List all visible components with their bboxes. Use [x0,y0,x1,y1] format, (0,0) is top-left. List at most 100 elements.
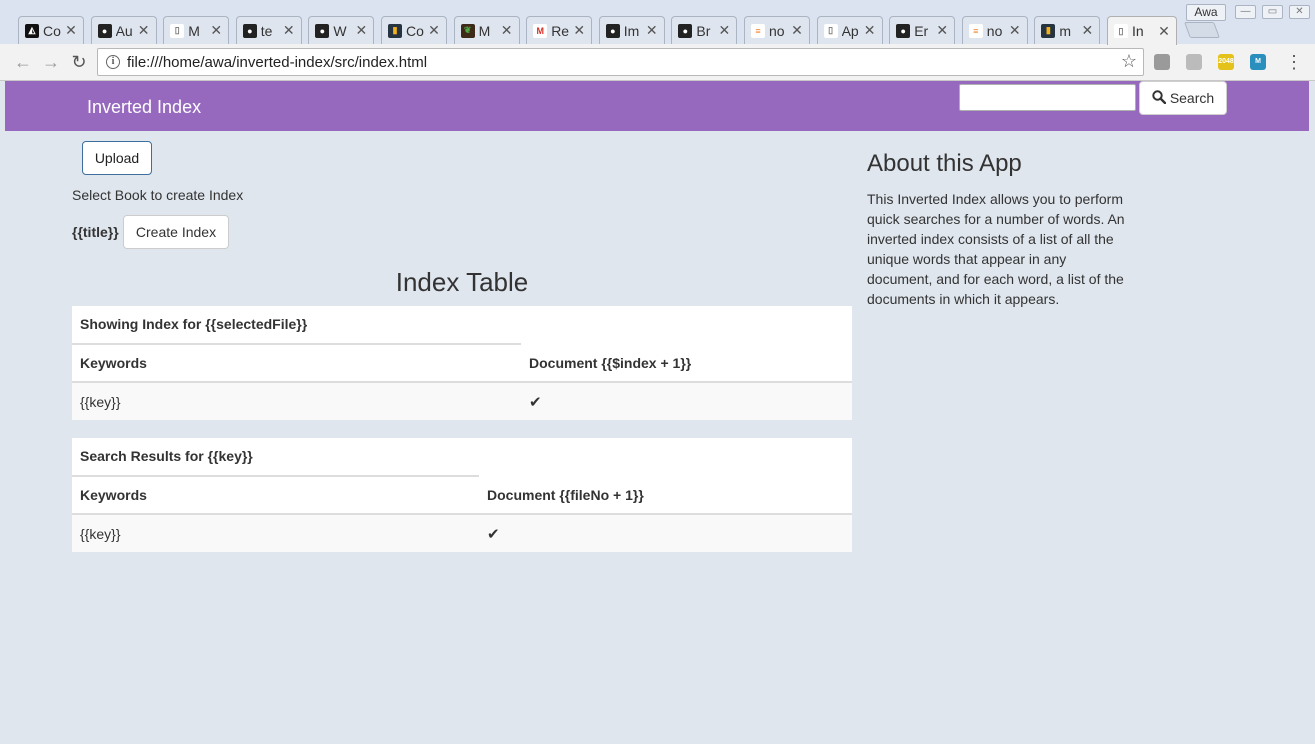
browser-tab[interactable]: ≡ no ✕ [744,16,810,44]
browser-tab[interactable]: ▮ m ✕ [1034,16,1101,44]
index-table-caption: Showing Index for {{selectedFile}} [80,316,308,332]
browser-tab[interactable]: ▯ Ap ✕ [816,16,883,44]
maximize-icon[interactable]: ▭ [1262,5,1283,19]
search-results-caption: Search Results for {{key}} [80,448,253,464]
browser-tab[interactable]: ● Er ✕ [889,16,956,44]
tab-close-icon[interactable]: ✕ [646,22,658,39]
menu-icon[interactable]: ⋮ [1285,52,1303,72]
tab-title: Co [406,22,424,39]
keyword-cell: {{key}} [80,393,121,410]
search-icon [1152,89,1167,107]
browser-tab[interactable]: ▮ Co ✕ [381,16,447,44]
url-text[interactable]: file:///home/awa/inverted-index/src/inde… [127,54,427,71]
browser-tab[interactable]: ● Au ✕ [90,16,157,44]
tab-title: Br [696,22,711,39]
mongodb-icon: ❦ [460,23,475,38]
search-input[interactable] [959,84,1136,111]
document-icon: ▯ [1114,24,1128,38]
about-title: About this App [867,150,1022,177]
tab-close-icon[interactable]: ✕ [501,22,513,39]
reload-icon[interactable]: ↻ [69,52,89,72]
address-bar[interactable]: i file:///home/awa/inverted-index/src/in… [97,48,1144,76]
index-table: Showing Index for {{selectedFile}} Keywo… [72,306,852,420]
tab-close-icon[interactable]: ✕ [864,22,876,39]
about-body: This Inverted Index allows you to perfor… [867,191,1125,307]
tab-title: no [769,22,785,39]
tab-title: te [260,22,273,39]
forward-icon[interactable]: → [41,52,61,72]
search-button[interactable]: Search [1139,81,1227,115]
tab-close-icon[interactable]: ✕ [1009,22,1021,39]
create-index-button[interactable]: Create Index [123,215,229,249]
site-info-icon[interactable]: i [106,55,120,69]
tab-title: W [333,22,347,39]
table-row: {{key}} ✔ [72,515,852,552]
tab-close-icon[interactable]: ✕ [428,22,440,39]
tab-close-icon[interactable]: ✕ [210,22,222,39]
browser-tab[interactable]: ▯ M ✕ [163,16,230,44]
browser-tab[interactable]: ● Br ✕ [671,16,738,44]
github-icon: ● [605,23,620,38]
search-button-label: Search [1169,90,1215,106]
github-icon: ● [678,23,693,38]
tab-close-icon[interactable]: ✕ [1081,22,1094,39]
github-icon: ● [896,23,911,38]
profile-button[interactable]: Awa [1186,4,1226,21]
about-panel: About this App This Inverted Index allow… [867,150,1132,309]
upload-button[interactable]: Upload [82,141,152,175]
tab-title: In [1132,23,1144,39]
tab-close-icon[interactable]: ✕ [283,22,295,39]
document-header: Document {{fileNo + 1}} [487,487,644,503]
tab-close-icon[interactable]: ✕ [936,22,948,39]
index-table-heading: Index Table [395,267,529,297]
stackoverflow-icon: ≡ [968,23,983,38]
browser-tab[interactable]: M Re ✕ [526,16,593,44]
m-extension-icon[interactable]: M [1250,54,1266,70]
document-icon: ▯ [823,23,838,38]
close-window-icon[interactable]: ✕ [1289,5,1310,19]
search-results-header: Keywords Document {{fileNo + 1}} [72,477,852,515]
document-icon: ▯ [170,23,185,38]
browser-tab[interactable]: ≡ no ✕ [961,16,1028,44]
browser-chrome: ◭ Co ✕ ● Au ✕ ▯ M ✕ ● te ✕ ● W ✕ ▮ Co ✕ ❦ M ✕ M Re ✕ ● Im ✕ ● Br ✕ ≡ no… [0,0,1315,81]
github-icon: ● [242,23,257,38]
sync-extension-icon[interactable] [1186,54,1202,70]
browser-tab[interactable]: ❦ M ✕ [453,16,520,44]
browser-toolbar: ← → ↻ i file:///home/awa/inverted-index/… [0,44,1315,81]
tab-close-icon[interactable]: ✕ [573,22,585,39]
bookmark-star-icon[interactable]: ☆ [1121,51,1137,72]
tab-close-icon[interactable]: ✕ [791,22,803,39]
tab-title: Er [914,22,929,39]
tab-title: Ap [841,22,859,39]
2048-extension-icon[interactable]: 2048 [1218,54,1234,70]
browser-tab[interactable]: ● te ✕ [235,16,302,44]
tab-close-icon[interactable]: ✕ [355,22,368,39]
tab-title: no [986,22,1003,39]
codepen-icon: ◭ [25,23,39,38]
cloud-extension-icon[interactable] [1154,54,1170,70]
back-icon[interactable]: ← [13,52,33,72]
table-row: {{key}} ✔ [72,383,852,420]
tab-title: M [478,22,491,39]
app-brand[interactable]: Inverted Index [87,97,201,118]
tab-title: M [188,22,200,39]
tab-close-icon[interactable]: ✕ [138,22,150,39]
browser-tab[interactable]: ● Im ✕ [598,16,665,44]
tab-close-icon[interactable]: ✕ [718,22,731,39]
browser-tab[interactable]: ▯ In ✕ [1107,16,1177,45]
app-navbar: Inverted Index Search [5,81,1309,131]
tab-title: Au [115,22,133,39]
new-tab-button[interactable] [1184,22,1220,38]
keywords-header: Keywords [80,355,147,371]
tab-title: Co [43,22,61,39]
check-icon: ✔ [487,525,500,543]
tab-strip: ◭ Co ✕ ● Au ✕ ▯ M ✕ ● te ✕ ● W ✕ ▮ Co ✕ ❦ M ✕ M Re ✕ ● Im ✕ ● Br ✕ ≡ no… [0,0,1315,45]
tab-close-icon[interactable]: ✕ [1158,23,1170,40]
browser-tab[interactable]: ◭ Co ✕ [18,16,84,44]
browser-tab[interactable]: ● W ✕ [308,16,375,44]
keyword-cell: {{key}} [80,525,121,542]
minimize-icon[interactable]: — [1235,5,1256,19]
tab-close-icon[interactable]: ✕ [65,22,77,39]
keywords-header: Keywords [80,487,147,503]
codacy-icon: ▮ [388,23,402,38]
